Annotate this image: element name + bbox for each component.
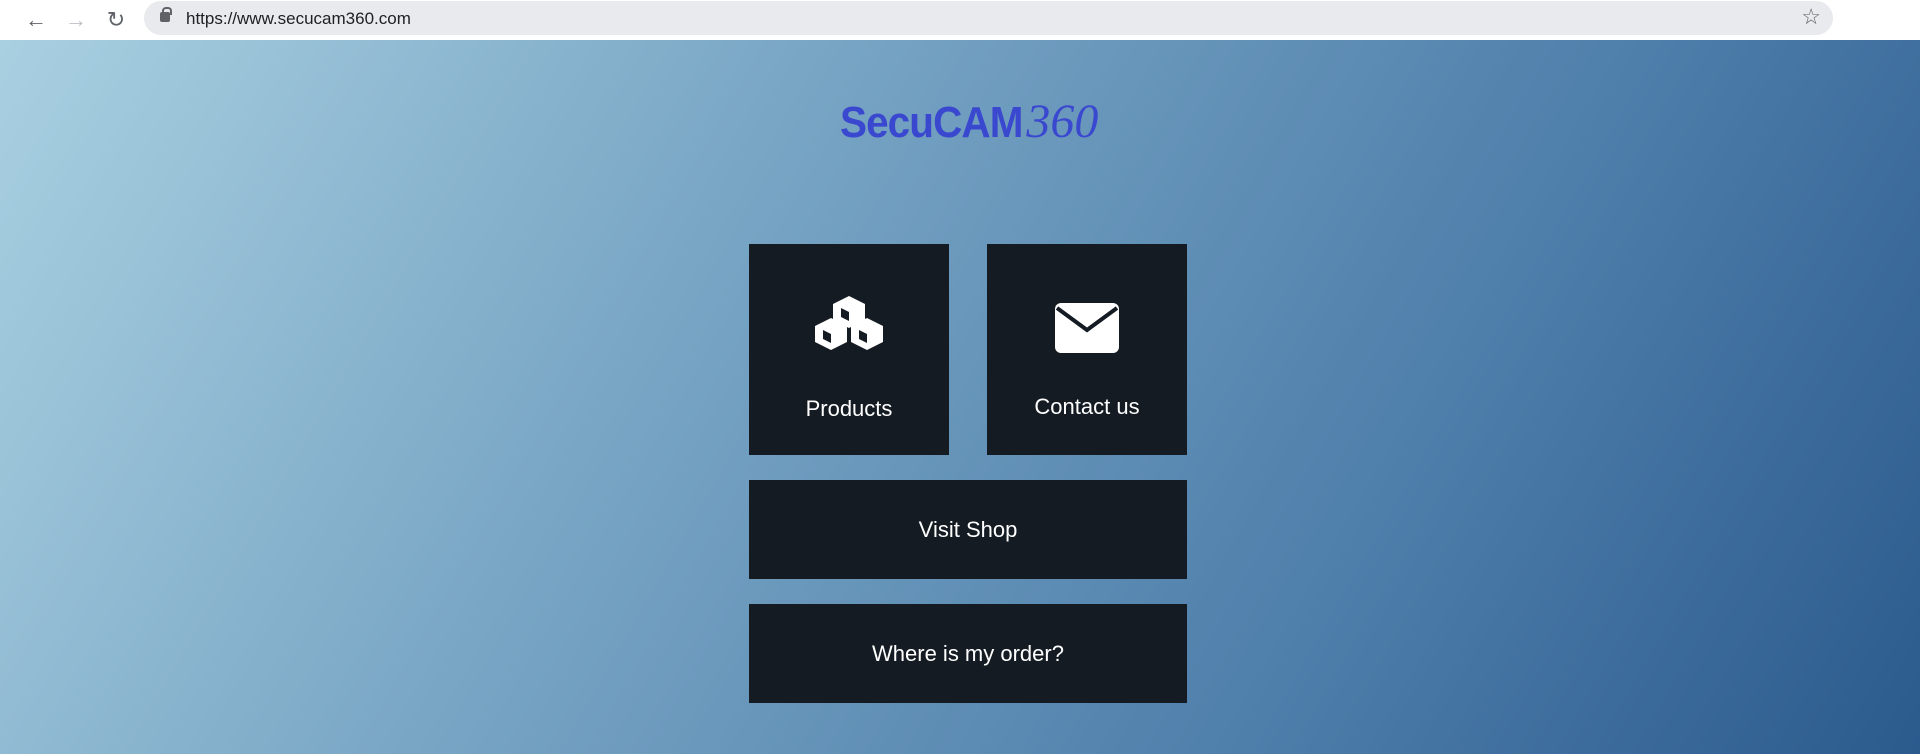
star-icon[interactable]: ☆ xyxy=(1801,4,1821,30)
visit-shop-label: Visit Shop xyxy=(918,516,1018,542)
forward-icon[interactable]: → xyxy=(62,6,90,34)
page-content: SecuCAM360 Products Contact us Visit Sho… xyxy=(0,40,1920,754)
envelope-icon xyxy=(1055,303,1119,353)
contact-tile[interactable]: Contact us xyxy=(987,244,1187,455)
products-tile[interactable]: Products xyxy=(749,244,949,455)
browser-toolbar: ← → ↻ https://www.secucam360.com ☆ xyxy=(0,0,1920,40)
logo-text: SecuCAM xyxy=(840,98,1023,147)
logo-number: 360 xyxy=(1026,95,1099,148)
order-label: Where is my order? xyxy=(872,640,1064,666)
address-bar[interactable]: https://www.secucam360.com ☆ xyxy=(144,1,1833,35)
lock-icon[interactable] xyxy=(160,7,172,22)
back-icon[interactable]: ← xyxy=(22,6,50,34)
visit-shop-button[interactable]: Visit Shop xyxy=(749,480,1187,579)
reload-icon[interactable]: ↻ xyxy=(102,6,130,34)
cubes-icon xyxy=(815,296,883,350)
contact-label: Contact us xyxy=(1034,394,1140,419)
logo: SecuCAM360 xyxy=(840,94,1098,149)
where-is-my-order-button[interactable]: Where is my order? xyxy=(749,604,1187,703)
products-label: Products xyxy=(805,396,893,421)
url-text[interactable]: https://www.secucam360.com xyxy=(186,9,411,29)
